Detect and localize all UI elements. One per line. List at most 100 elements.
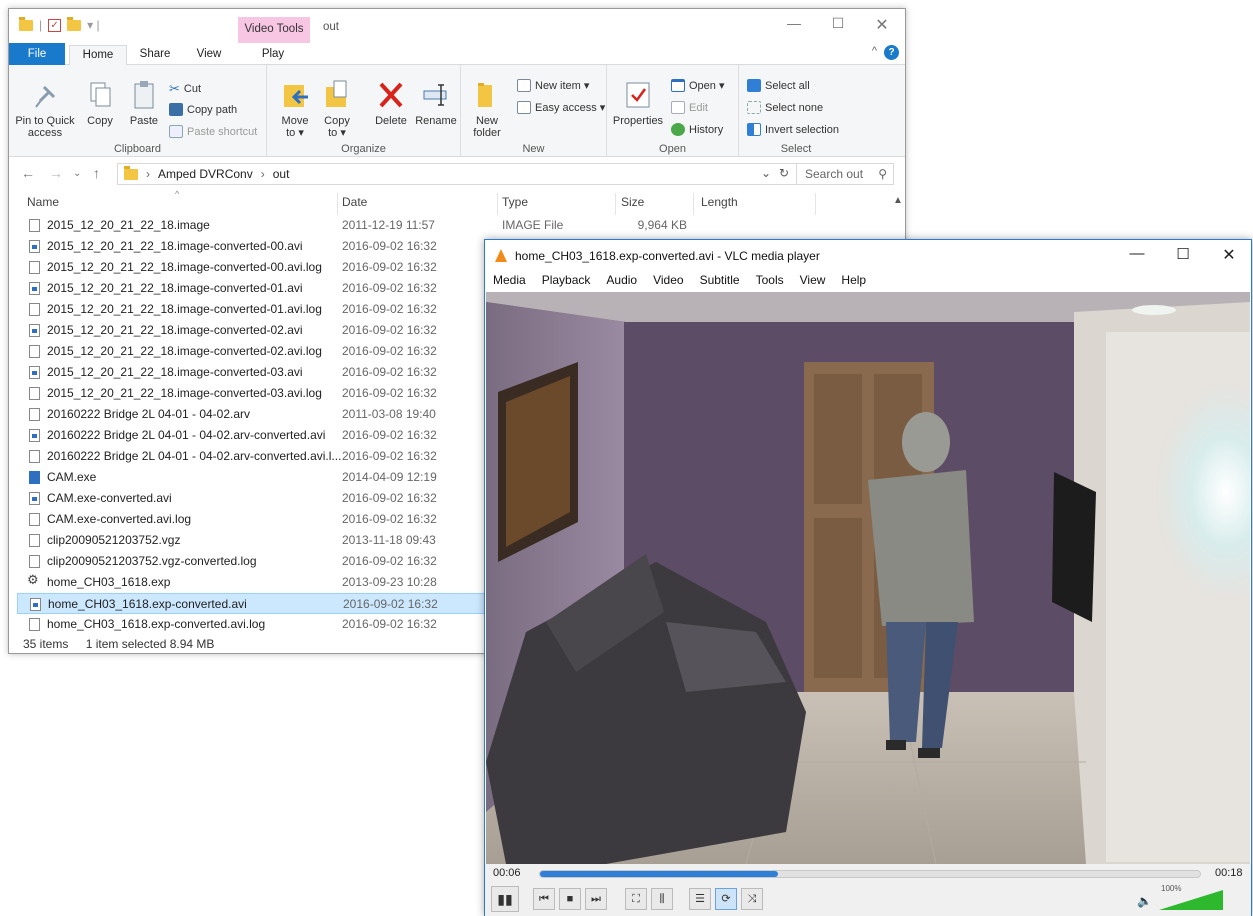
tab-view[interactable]: View (189, 45, 229, 65)
column-date[interactable]: Date (342, 195, 367, 209)
properties-check-icon[interactable]: ✓ (48, 18, 62, 32)
file-name: 2015_12_20_21_22_18.image-converted-01.a… (47, 281, 303, 295)
file-date: 2011-03-08 19:40 (342, 407, 436, 421)
file-row[interactable]: 2015_12_20_21_22_18.image 2011-12-19 11:5… (17, 215, 887, 236)
menu-item-media[interactable]: Media (493, 273, 526, 287)
copy-button[interactable]: Copy (83, 79, 117, 127)
paste-shortcut-icon (169, 125, 183, 138)
up-arrow-icon[interactable]: ↑ (93, 165, 100, 181)
tab-home[interactable]: Home (69, 45, 127, 66)
new-item-button[interactable]: New item ▾ (517, 79, 589, 92)
seek-bar[interactable] (539, 870, 1201, 878)
menu-item-tools[interactable]: Tools (756, 273, 784, 287)
menu-item-playback[interactable]: Playback (542, 273, 591, 287)
minimize-icon[interactable]: — (1117, 245, 1157, 262)
open-button[interactable]: Open ▾ (671, 79, 725, 92)
minimize-icon[interactable]: — (779, 15, 809, 31)
column-divider[interactable] (497, 193, 498, 215)
select-none-button[interactable]: Select none (747, 101, 823, 114)
close-icon[interactable]: ✕ (867, 15, 897, 35)
easy-access-button[interactable]: Easy access ▾ (517, 101, 605, 114)
shuffle-icon[interactable]: ⤨ (741, 888, 763, 910)
new-folder-icon[interactable] (67, 16, 82, 31)
select-all-button[interactable]: Select all (747, 79, 810, 92)
video-frame[interactable] (486, 292, 1250, 864)
forward-arrow-icon[interactable]: → (49, 165, 63, 181)
file-name: 2015_12_20_21_22_18.image-converted-03.a… (47, 365, 303, 379)
search-input[interactable]: Search out ⚲ (796, 163, 894, 185)
previous-icon[interactable]: ⏮ (533, 888, 555, 910)
history-button[interactable]: History (671, 123, 723, 136)
folder-icon[interactable] (19, 16, 33, 31)
item-count: 35 items (23, 637, 69, 651)
menu-item-help[interactable]: Help (841, 273, 866, 287)
copy-to-button[interactable]: Copy to ▾ (319, 79, 355, 139)
column-divider[interactable] (337, 193, 338, 215)
edit-button[interactable]: Edit (671, 101, 708, 114)
properties-button[interactable]: Properties (611, 79, 665, 127)
column-type[interactable]: Type (502, 195, 528, 209)
maximize-icon[interactable]: ☐ (1163, 245, 1203, 263)
column-length[interactable]: Length (701, 195, 738, 209)
column-divider[interactable] (615, 193, 616, 215)
rename-icon (421, 79, 451, 111)
next-icon[interactable]: ⏭ (585, 888, 607, 910)
back-arrow-icon[interactable]: ← (21, 165, 35, 181)
video-tools-context-tab[interactable]: Video Tools (238, 17, 310, 43)
delete-x-icon (376, 79, 406, 111)
move-to-button[interactable]: Move to ▾ (277, 79, 313, 139)
menu-item-audio[interactable]: Audio (606, 273, 637, 287)
maximize-icon[interactable]: ☐ (823, 15, 853, 32)
recent-locations-icon[interactable]: ⌄ (73, 168, 81, 179)
column-size[interactable]: Size (621, 195, 644, 209)
tab-share[interactable]: Share (135, 45, 175, 65)
seek-bar-progress (540, 871, 778, 877)
breadcrumb-amped-dvrconv[interactable]: Amped DVRConv (158, 167, 253, 181)
pause-button[interactable]: ▮▮ (491, 886, 519, 912)
quick-access-toolbar: | ✓ ▾ | (19, 16, 100, 32)
rename-button[interactable]: Rename (415, 79, 457, 127)
file-name: 2015_12_20_21_22_18.image-converted-02.a… (47, 344, 322, 358)
copy-path-button[interactable]: Copy path (169, 103, 237, 116)
column-divider[interactable] (693, 193, 694, 215)
scroll-up-icon[interactable]: ▲ (893, 195, 903, 206)
menu-item-view[interactable]: View (800, 273, 826, 287)
volume-slider[interactable] (1159, 890, 1223, 910)
breadcrumb-separator: › (146, 167, 150, 181)
paste-label: Paste (129, 115, 159, 127)
help-icon[interactable]: ? (884, 45, 899, 60)
tab-file[interactable]: File (9, 43, 65, 65)
stop-icon[interactable]: ■ (559, 888, 581, 910)
invert-selection-button[interactable]: Invert selection (747, 123, 839, 136)
open-icon (671, 79, 685, 92)
fullscreen-icon[interactable]: ⛶ (625, 888, 647, 910)
paste-shortcut-button[interactable]: Paste shortcut (169, 125, 257, 138)
ribbon-tabs: File Home Share View Play ^ ? (9, 43, 905, 66)
new-group: New folder New item ▾ Easy access ▾ New (461, 65, 607, 157)
delete-button[interactable]: Delete (371, 79, 411, 127)
menu-item-video[interactable]: Video (653, 273, 683, 287)
extended-settings-icon[interactable]: ⫼ (651, 888, 673, 910)
collapse-ribbon-icon[interactable]: ^ (872, 45, 877, 57)
file-date: 2011-12-19 11:57 (342, 218, 435, 232)
menu-item-subtitle[interactable]: Subtitle (700, 273, 740, 287)
close-icon[interactable]: ✕ (1209, 245, 1249, 265)
breadcrumb-out[interactable]: out (273, 167, 290, 181)
loop-icon[interactable]: ⟳ (715, 888, 737, 910)
dropdown-chevron-icon[interactable]: ⌄ (761, 166, 771, 180)
file-icon (29, 618, 40, 631)
customize-qat-icon[interactable]: ▾ | (87, 18, 99, 32)
column-name[interactable]: Name (27, 195, 59, 209)
refresh-icon[interactable]: ↻ (779, 166, 789, 180)
speaker-icon[interactable]: 🔈 (1137, 894, 1152, 908)
file-name: 2015_12_20_21_22_18.image-converted-02.a… (47, 323, 303, 337)
cut-button[interactable]: ✂ Cut (169, 81, 201, 97)
pin-quick-access-button[interactable]: Pin to Quick access (13, 79, 77, 139)
address-bar[interactable]: › Amped DVRConv › out (117, 163, 797, 185)
file-name: clip20090521203752.vgz-converted.log (47, 554, 257, 568)
column-divider[interactable] (815, 193, 816, 215)
playlist-icon[interactable]: ☰ (689, 888, 711, 910)
tab-play[interactable]: Play (253, 45, 293, 65)
paste-button[interactable]: Paste (127, 79, 161, 127)
new-folder-button[interactable]: New folder (467, 79, 507, 139)
